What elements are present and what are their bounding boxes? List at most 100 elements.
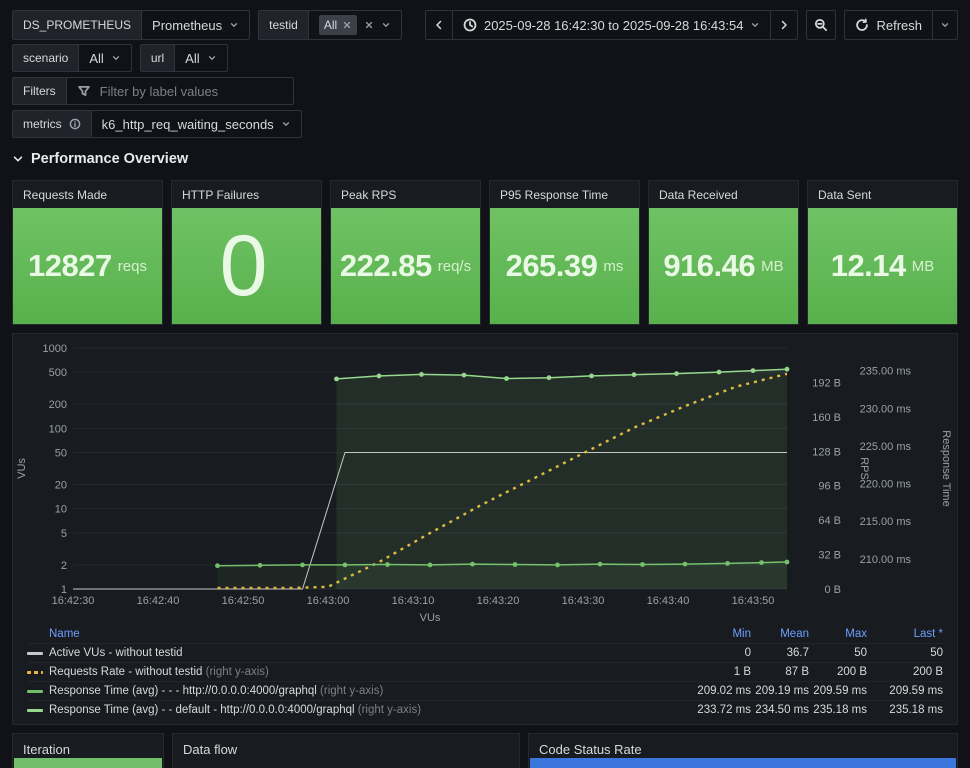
chevron-right-icon bbox=[782, 20, 788, 30]
stat-value: 0 bbox=[172, 208, 321, 324]
stat-number: 0 bbox=[219, 217, 268, 314]
chart-legend: Name Min Mean Max Last * Active VUs - withou… bbox=[27, 624, 943, 719]
zoom-out-button[interactable] bbox=[806, 10, 837, 40]
panel-title[interactable]: Iteration bbox=[13, 734, 163, 757]
datasource-picker[interactable]: Prometheus bbox=[141, 10, 251, 40]
legend-series-name[interactable]: Response Time (avg) - - default - http:/… bbox=[49, 704, 693, 716]
time-range-text: 2025-09-28 16:42:30 to 2025-09-28 16:43:… bbox=[483, 17, 744, 33]
legend-max: 209.59 ms bbox=[813, 685, 867, 697]
refresh-button[interactable]: Refresh bbox=[844, 10, 933, 40]
zoom-out-icon bbox=[815, 18, 828, 32]
stat-value: 222.85 req/s bbox=[331, 208, 480, 324]
chevron-down-icon bbox=[941, 23, 949, 27]
chevron-down-icon bbox=[13, 156, 23, 162]
svg-text:100: 100 bbox=[49, 423, 67, 435]
stat-panel: Data Sent 12.14 MB bbox=[807, 180, 958, 325]
metrics-variable: metrics k6_http_req_waiting_seconds bbox=[12, 110, 302, 138]
time-shift-forward-button[interactable] bbox=[770, 10, 799, 40]
panel-data-flow: Data flow bbox=[172, 733, 520, 768]
svg-text:Response Time: Response Time bbox=[940, 430, 952, 506]
legend-header-mean[interactable]: Mean bbox=[751, 628, 809, 640]
legend-series-name[interactable]: Requests Rate - without testid (right y-… bbox=[49, 666, 693, 678]
time-shift-back-button[interactable] bbox=[424, 10, 453, 40]
svg-text:16:42:40: 16:42:40 bbox=[137, 595, 180, 607]
legend-header-name[interactable]: Name bbox=[49, 628, 693, 640]
svg-text:64 B: 64 B bbox=[818, 515, 841, 527]
legend-min: 0 bbox=[744, 647, 751, 659]
svg-text:16:43:00: 16:43:00 bbox=[307, 595, 350, 607]
legend-header-max[interactable]: Max bbox=[809, 628, 867, 640]
stat-value: 916.46 MB bbox=[649, 208, 798, 324]
stat-panel: P95 Response Time 265.39 ms bbox=[489, 180, 640, 325]
toolbar-row-2: scenario All url All bbox=[12, 44, 958, 72]
section-performance-overview[interactable]: Performance Overview bbox=[12, 151, 188, 167]
svg-text:VUs: VUs bbox=[16, 458, 28, 479]
close-icon[interactable] bbox=[342, 20, 352, 30]
stat-panel-title[interactable]: Data Sent bbox=[808, 181, 957, 208]
svg-text:RPS: RPS bbox=[858, 457, 870, 480]
series-color-icon bbox=[27, 689, 43, 693]
time-range-button[interactable]: 2025-09-28 16:42:30 to 2025-09-28 16:43:… bbox=[451, 10, 772, 40]
chevron-down-icon bbox=[383, 23, 390, 27]
url-picker[interactable]: All bbox=[174, 44, 228, 72]
svg-text:220.00 ms: 220.00 ms bbox=[860, 479, 912, 491]
legend-row: Response Time (avg) - - - http://0.0.0.0… bbox=[27, 681, 943, 700]
stat-number: 12.14 bbox=[830, 248, 907, 283]
stat-value: 12827 reqs bbox=[13, 208, 162, 324]
legend-mean: 234.50 ms bbox=[755, 704, 809, 716]
stat-number: 12827 bbox=[28, 248, 112, 283]
legend-max: 235.18 ms bbox=[813, 704, 867, 716]
stat-panel: Peak RPS 222.85 req/s bbox=[330, 180, 481, 325]
stat-panel-title[interactable]: Data Received bbox=[649, 181, 798, 208]
legend-series-name[interactable]: Response Time (avg) - - - http://0.0.0.0… bbox=[49, 685, 693, 697]
svg-text:210.00 ms: 210.00 ms bbox=[860, 554, 912, 566]
refresh-interval-dropdown[interactable] bbox=[932, 10, 958, 40]
svg-text:32 B: 32 B bbox=[818, 550, 841, 562]
svg-text:16:43:20: 16:43:20 bbox=[477, 595, 520, 607]
metrics-label: metrics bbox=[12, 110, 92, 138]
legend-series-name[interactable]: Active VUs - without testid bbox=[49, 647, 693, 659]
svg-text:2: 2 bbox=[61, 560, 67, 572]
chevron-down-icon bbox=[231, 23, 238, 27]
svg-text:160 B: 160 B bbox=[812, 412, 841, 424]
stat-panel-title[interactable]: HTTP Failures bbox=[172, 181, 321, 208]
chevron-down-icon bbox=[112, 56, 119, 60]
close-icon[interactable] bbox=[364, 20, 374, 30]
stat-panel: HTTP Failures 0 bbox=[171, 180, 322, 325]
legend-header-min[interactable]: Min bbox=[693, 628, 751, 640]
scenario-picker[interactable]: All bbox=[78, 44, 132, 72]
legend-mean: 87 B bbox=[785, 666, 809, 678]
svg-text:225.00 ms: 225.00 ms bbox=[860, 441, 912, 453]
legend-axis-note: (right y-axis) bbox=[320, 685, 384, 697]
url-label: url bbox=[139, 44, 176, 72]
svg-text:128 B: 128 B bbox=[812, 446, 841, 458]
svg-text:96 B: 96 B bbox=[818, 481, 841, 493]
filter-icon bbox=[77, 86, 90, 96]
scenario-label: scenario bbox=[12, 44, 80, 72]
panel-title[interactable]: Code Status Rate bbox=[529, 734, 957, 757]
legend-rows: Active VUs - without testid 0 36.7 50 50 Requ… bbox=[27, 643, 943, 719]
stat-panel-title[interactable]: Requests Made bbox=[13, 181, 162, 208]
stat-panel-title[interactable]: P95 Response Time bbox=[490, 181, 639, 208]
metrics-picker[interactable]: k6_http_req_waiting_seconds bbox=[90, 110, 302, 138]
testid-chip[interactable]: All bbox=[318, 15, 358, 35]
legend-header-last[interactable]: Last * bbox=[867, 628, 943, 640]
chevron-down-icon bbox=[752, 23, 759, 27]
toolbar-row-3: Filters bbox=[12, 77, 958, 105]
filters-input[interactable] bbox=[97, 82, 283, 100]
testid-picker[interactable]: All bbox=[307, 10, 403, 40]
info-icon bbox=[69, 118, 81, 130]
grafana-dashboard: DS_PROMETHEUS Prometheus testid All 2025… bbox=[0, 0, 970, 768]
svg-text:192 B: 192 B bbox=[812, 377, 841, 389]
legend-axis-note: (right y-axis) bbox=[357, 704, 422, 716]
stat-unit: MB bbox=[761, 257, 784, 275]
refresh-icon bbox=[856, 18, 869, 31]
code-status-gauge-bar bbox=[530, 758, 956, 768]
toolbar-row-1: DS_PROMETHEUS Prometheus testid All 2025… bbox=[12, 10, 958, 40]
stat-number: 265.39 bbox=[505, 248, 598, 283]
stat-panel-title[interactable]: Peak RPS bbox=[331, 181, 480, 208]
stat-unit: req/s bbox=[437, 257, 472, 275]
svg-text:0 B: 0 B bbox=[824, 584, 841, 596]
filters-label: Filters bbox=[12, 77, 67, 105]
panel-title[interactable]: Data flow bbox=[173, 734, 519, 757]
